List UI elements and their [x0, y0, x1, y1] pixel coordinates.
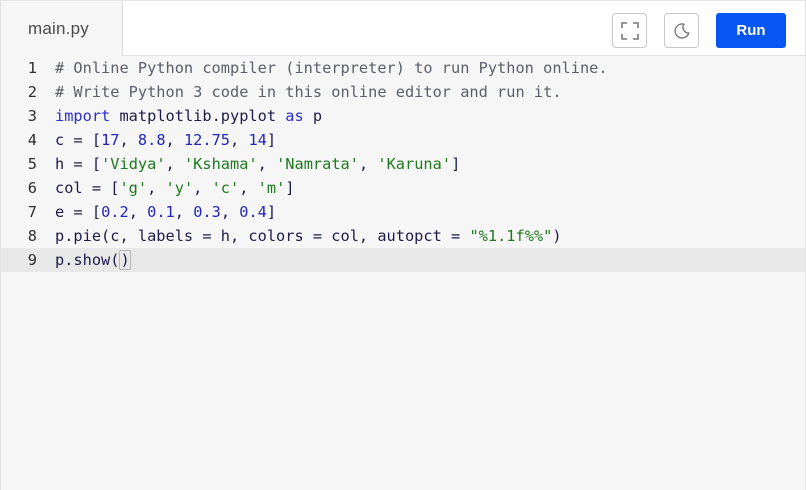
editor-window: main.py Run 1 # Online Python compiler (…	[0, 0, 806, 490]
code-line-5: 5 h = ['Vidya', 'Kshama', 'Namrata', 'Ka…	[1, 152, 805, 176]
line-number: 2	[27, 83, 37, 101]
line-code: c = [17, 8.8, 12.75, 14]	[55, 131, 277, 149]
fullscreen-button[interactable]	[612, 13, 647, 48]
tab-main-py[interactable]: main.py	[1, 1, 123, 56]
line-code: p.pie(c, labels = h, colors = col, autop…	[55, 227, 562, 245]
code-line-3: 3 import matplotlib.pyplot as p	[1, 104, 805, 128]
line-number: 9	[27, 251, 37, 269]
line-number: 3	[27, 107, 37, 125]
line-code: # Write Python 3 code in this online edi…	[55, 83, 562, 101]
line-code: e = [0.2, 0.1, 0.3, 0.4]	[55, 203, 277, 221]
code-line-1: 1 # Online Python compiler (interpreter)…	[1, 56, 805, 80]
line-code: h = ['Vidya', 'Kshama', 'Namrata', 'Karu…	[55, 155, 461, 173]
code-line-6: 6 col = ['g', 'y', 'c', 'm']	[1, 176, 805, 200]
tab-label: main.py	[28, 18, 89, 38]
moon-icon	[673, 22, 689, 39]
line-number: 8	[27, 227, 37, 245]
code-line-9-active: 9 p.show()	[1, 248, 805, 272]
theme-toggle-button[interactable]	[664, 13, 699, 48]
line-number: 5	[27, 155, 37, 173]
line-code: p.show()	[55, 250, 131, 270]
line-number: 4	[27, 131, 37, 149]
line-number: 1	[27, 59, 37, 77]
code-line-4: 4 c = [17, 8.8, 12.75, 14]	[1, 128, 805, 152]
code-line-7: 7 e = [0.2, 0.1, 0.3, 0.4]	[1, 200, 805, 224]
line-code: # Online Python compiler (interpreter) t…	[55, 59, 608, 77]
toolbar: main.py Run	[1, 0, 805, 56]
line-number: 7	[27, 203, 37, 221]
code-editor[interactable]: 1 # Online Python compiler (interpreter)…	[1, 56, 805, 490]
run-button[interactable]: Run	[716, 13, 786, 48]
code-line-2: 2 # Write Python 3 code in this online e…	[1, 80, 805, 104]
line-number: 6	[27, 179, 37, 197]
fullscreen-icon	[620, 21, 639, 40]
line-code: col = ['g', 'y', 'c', 'm']	[55, 179, 295, 197]
line-code: import matplotlib.pyplot as p	[55, 107, 323, 125]
code-line-8: 8 p.pie(c, labels = h, colors = col, aut…	[1, 224, 805, 248]
